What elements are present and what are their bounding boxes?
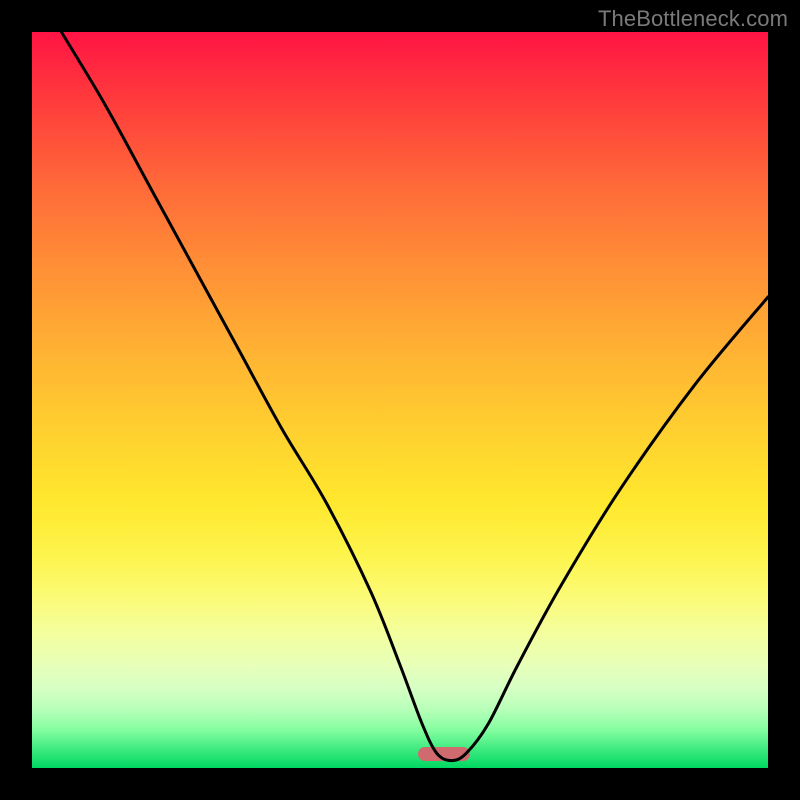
curve-path <box>61 32 768 761</box>
chart-container: TheBottleneck.com <box>0 0 800 800</box>
plot-area <box>32 32 768 768</box>
bottleneck-curve <box>32 32 768 768</box>
watermark-text: TheBottleneck.com <box>598 6 788 32</box>
